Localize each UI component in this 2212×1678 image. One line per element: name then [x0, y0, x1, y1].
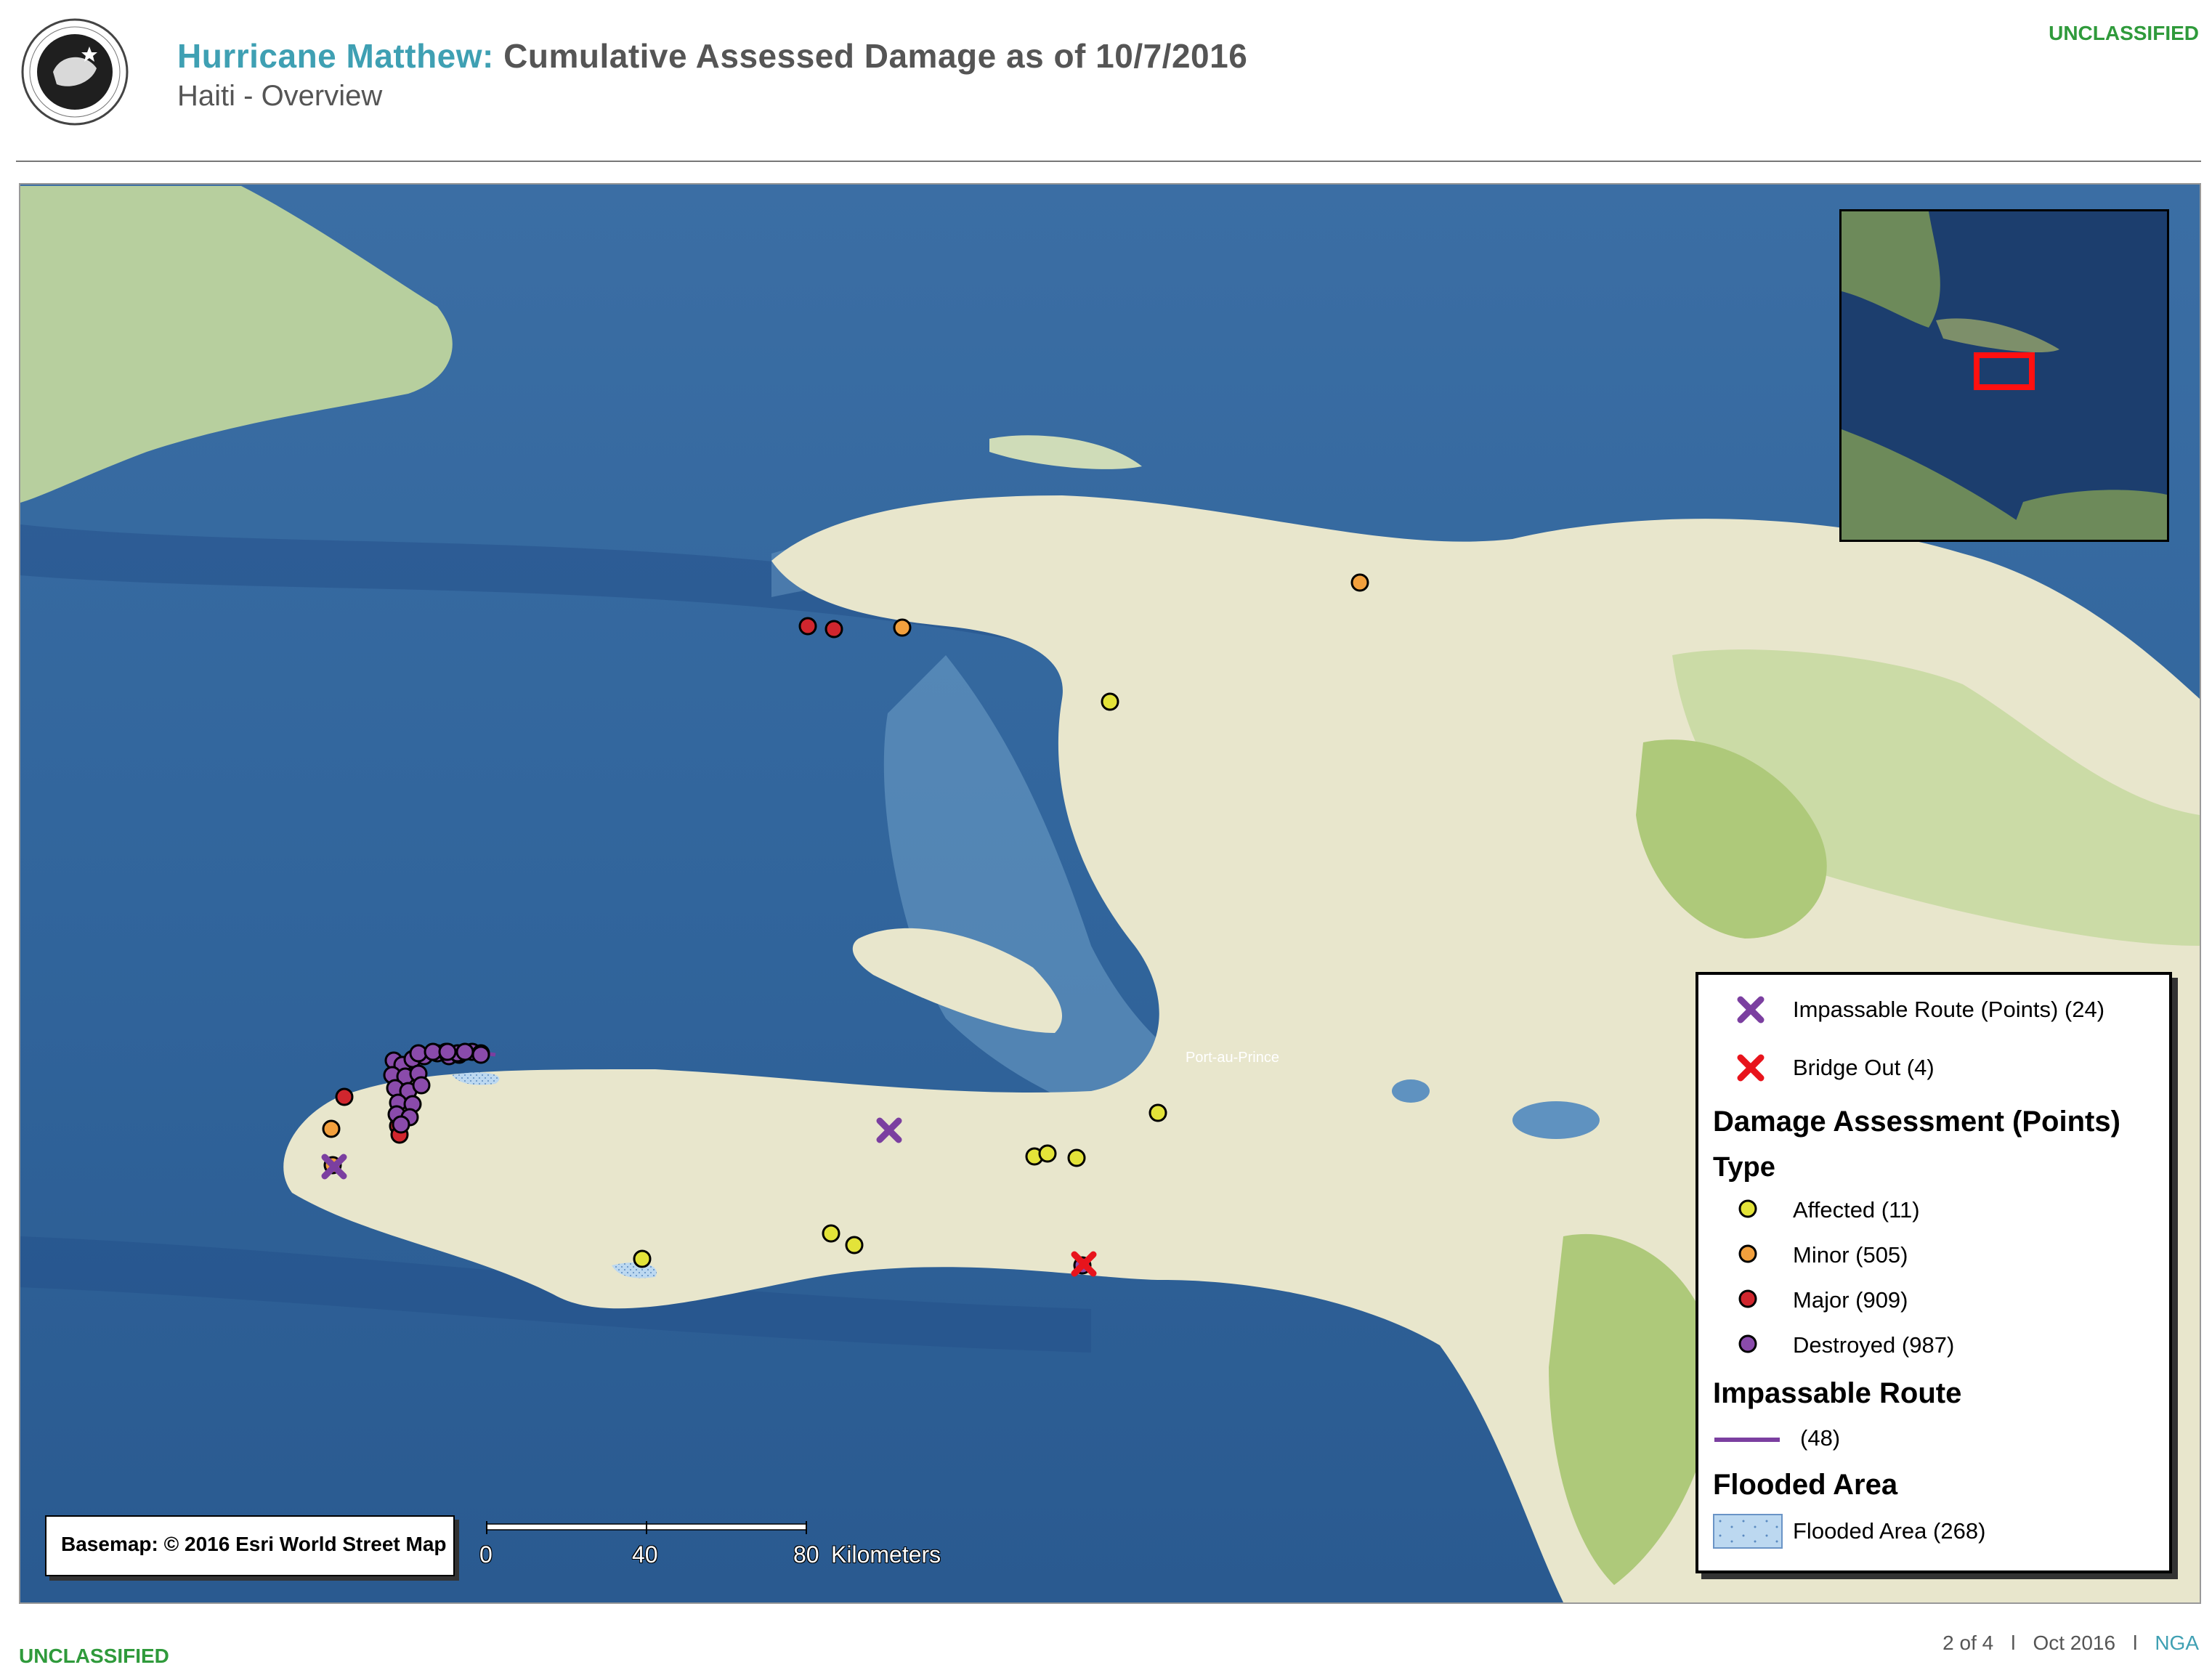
basemap-attribution-box: Basemap: © 2016 Esri World Street Map: [45, 1515, 455, 1576]
title-rest: Cumulative Assessed Damage as of 10/7/20…: [493, 37, 1248, 75]
legend-affected: Affected (11): [1793, 1197, 1920, 1223]
minor-damage-marker[interactable]: [1350, 573, 1369, 592]
affected-damage-marker[interactable]: [845, 1236, 864, 1255]
flooded-area-swatch-icon: [1713, 1514, 1783, 1549]
affected-damage-marker[interactable]: [1038, 1144, 1057, 1163]
impassable-point-x-icon: [1737, 996, 1765, 1024]
locator-inset-map: [1839, 209, 2169, 542]
legend-flooded-area: Flooded Area (268): [1793, 1518, 1986, 1544]
footer-agency: NGA: [2155, 1632, 2199, 1654]
city-label-port-au-prince: Port-au-Prince: [1186, 1050, 1279, 1066]
lake: [1392, 1079, 1430, 1103]
affected-dot-icon: [1738, 1199, 1757, 1218]
legend-flood-heading: Flooded Area: [1713, 1469, 1898, 1501]
title-prefix: Hurricane Matthew:: [177, 37, 494, 75]
scale-tick-80: 80: [793, 1541, 819, 1568]
footer-separator: l: [2011, 1632, 2016, 1654]
header-divider: [16, 161, 2201, 162]
minor-dot-icon: [1738, 1244, 1757, 1263]
bridge-out-x-icon: [1737, 1054, 1765, 1082]
legend-destroyed: Destroyed (987): [1793, 1332, 1955, 1358]
major-damage-marker[interactable]: [825, 620, 843, 639]
major-damage-marker[interactable]: [798, 617, 817, 636]
affected-damage-marker[interactable]: [633, 1249, 652, 1268]
major-damage-marker[interactable]: [335, 1087, 354, 1106]
map-legend: Impassable Route (Points) (24) Bridge Ou…: [1696, 972, 2172, 1573]
destroyed-dot-icon: [1738, 1334, 1757, 1353]
legend-route-count: (48): [1800, 1425, 1841, 1451]
page-number: 2 of 4: [1942, 1632, 1994, 1654]
minor-damage-marker[interactable]: [322, 1119, 341, 1138]
legend-minor: Minor (505): [1793, 1242, 1908, 1268]
affected-damage-marker[interactable]: [1067, 1148, 1086, 1167]
legend-type-heading: Type: [1713, 1152, 1775, 1183]
legend-bridge-out: Bridge Out (4): [1793, 1055, 1935, 1080]
footer-date: Oct 2016: [2033, 1632, 2116, 1654]
page-title: Hurricane Matthew: Cumulative Assessed D…: [177, 36, 1247, 76]
destroyed-damage-marker[interactable]: [412, 1076, 431, 1095]
affected-damage-marker[interactable]: [1148, 1103, 1167, 1122]
legend-major: Major (909): [1793, 1287, 1908, 1313]
major-dot-icon: [1738, 1289, 1757, 1308]
legend-impassable-points: Impassable Route (Points) (24): [1793, 997, 2105, 1022]
scale-bar: 0 40 80 Kilometers: [479, 1518, 959, 1576]
minor-damage-marker[interactable]: [893, 618, 912, 637]
scale-tick-0: 0: [479, 1541, 493, 1568]
footer-separator: l: [2133, 1632, 2138, 1654]
scale-unit: Kilometers: [831, 1541, 941, 1568]
legend-damage-heading: Damage Assessment (Points): [1713, 1106, 2120, 1138]
basemap-attribution: Basemap: © 2016 Esri World Street Map: [61, 1533, 447, 1555]
legend-route-heading: Impassable Route: [1713, 1377, 1962, 1409]
affected-damage-marker[interactable]: [822, 1224, 840, 1243]
lake: [1512, 1101, 1600, 1139]
impassable-route-line-icon: [1714, 1438, 1780, 1442]
page-subtitle: Haiti - Overview: [177, 80, 383, 112]
destroyed-damage-marker[interactable]: [455, 1042, 474, 1061]
destroyed-damage-marker[interactable]: [471, 1045, 490, 1064]
inset-svg: [1842, 211, 2167, 540]
nga-seal-logo: [21, 18, 129, 126]
map-frame[interactable]: Port-au-Prince Basemap: © 2016 Esri Worl…: [19, 183, 2201, 1604]
classification-top: UNCLASSIFIED: [2049, 22, 2199, 44]
page-footer: 2 of 4 l Oct 2016 l NGA: [1942, 1632, 2199, 1655]
destroyed-damage-marker[interactable]: [392, 1115, 410, 1134]
classification-bottom: UNCLASSIFIED: [19, 1645, 169, 1667]
scale-tick-40: 40: [632, 1541, 658, 1568]
affected-damage-marker[interactable]: [1101, 692, 1119, 711]
destroyed-damage-marker[interactable]: [438, 1042, 457, 1061]
